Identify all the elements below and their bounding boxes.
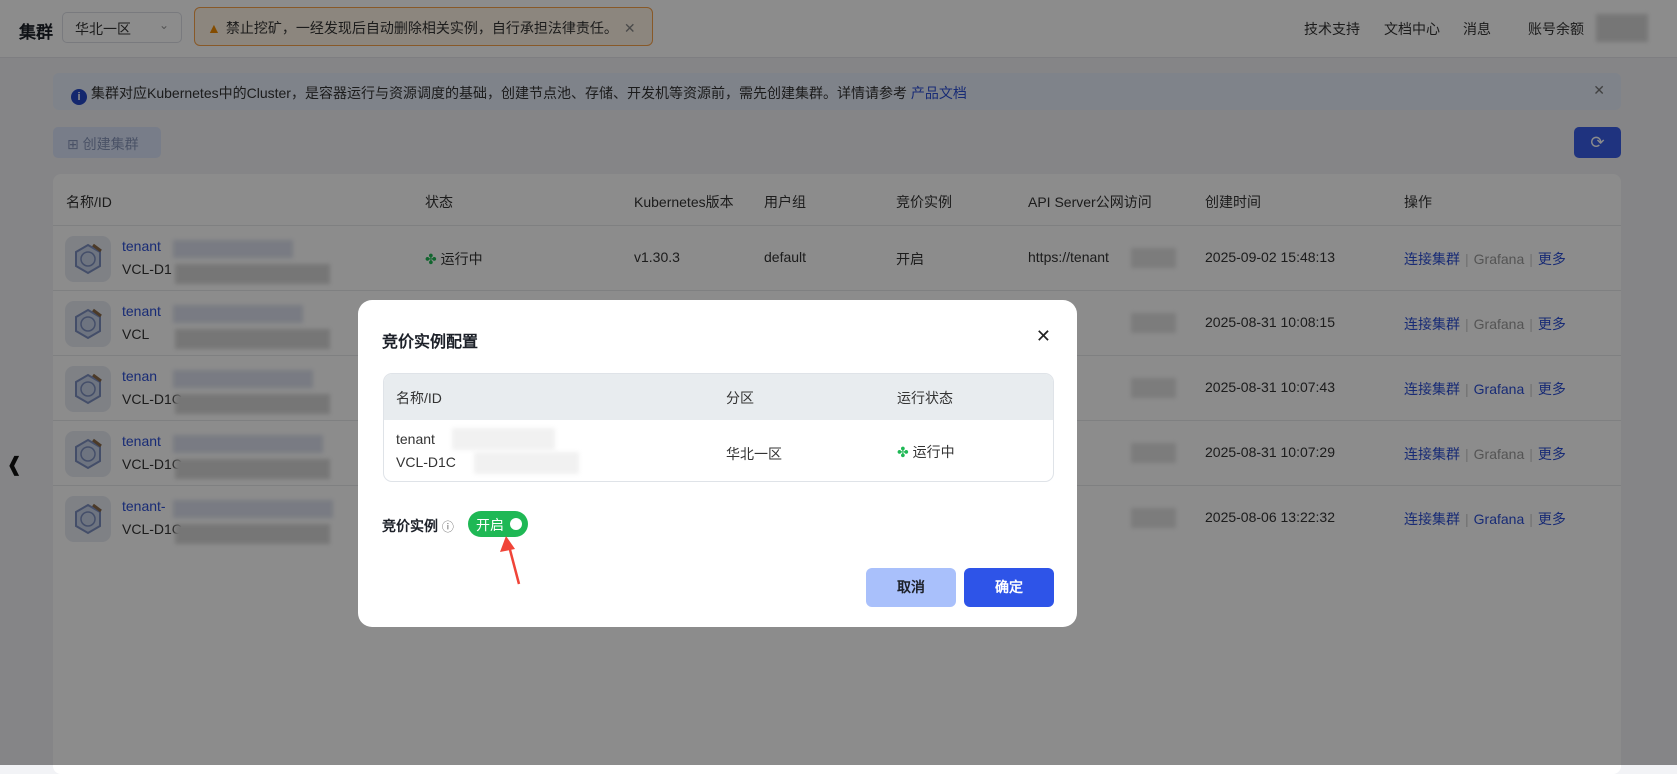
redacted-name xyxy=(452,428,555,450)
spot-instance-dialog: 竞价实例配置 ✕ 名称/ID 分区 运行状态 tenant VCL-D1C 华北… xyxy=(358,300,1077,627)
toggle-text: 开启 xyxy=(476,517,504,533)
toggle-knob xyxy=(510,518,522,530)
dialog-title: 竞价实例配置 xyxy=(382,334,479,351)
cluster-id: VCL-D1C xyxy=(396,454,456,470)
cluster-name: tenant xyxy=(396,431,435,447)
confirm-button[interactable]: 确定 xyxy=(964,568,1054,607)
col-name: 名称/ID xyxy=(396,390,442,406)
info-circle-icon[interactable]: ⓘ xyxy=(442,520,454,534)
annotation-arrow-icon xyxy=(500,536,521,585)
spot-label-text: 竞价实例 xyxy=(382,518,438,534)
running-icon: ✤ xyxy=(897,444,909,460)
dialog-table: 名称/ID 分区 运行状态 tenant VCL-D1C 华北一区 ✤ 运行中 xyxy=(383,373,1054,482)
dialog-table-header: 名称/ID 分区 运行状态 xyxy=(384,374,1053,420)
col-status: 运行状态 xyxy=(897,390,953,406)
cluster-region: 华北一区 xyxy=(726,446,782,462)
cancel-button[interactable]: 取消 xyxy=(866,568,956,607)
col-region: 分区 xyxy=(726,390,754,406)
cluster-status: 运行中 xyxy=(912,444,955,460)
spot-instance-toggle[interactable]: 开启 xyxy=(468,511,528,537)
redacted-id xyxy=(474,452,579,474)
spot-label: 竞价实例 ⓘ xyxy=(382,516,454,536)
close-icon[interactable]: ✕ xyxy=(1036,326,1051,347)
